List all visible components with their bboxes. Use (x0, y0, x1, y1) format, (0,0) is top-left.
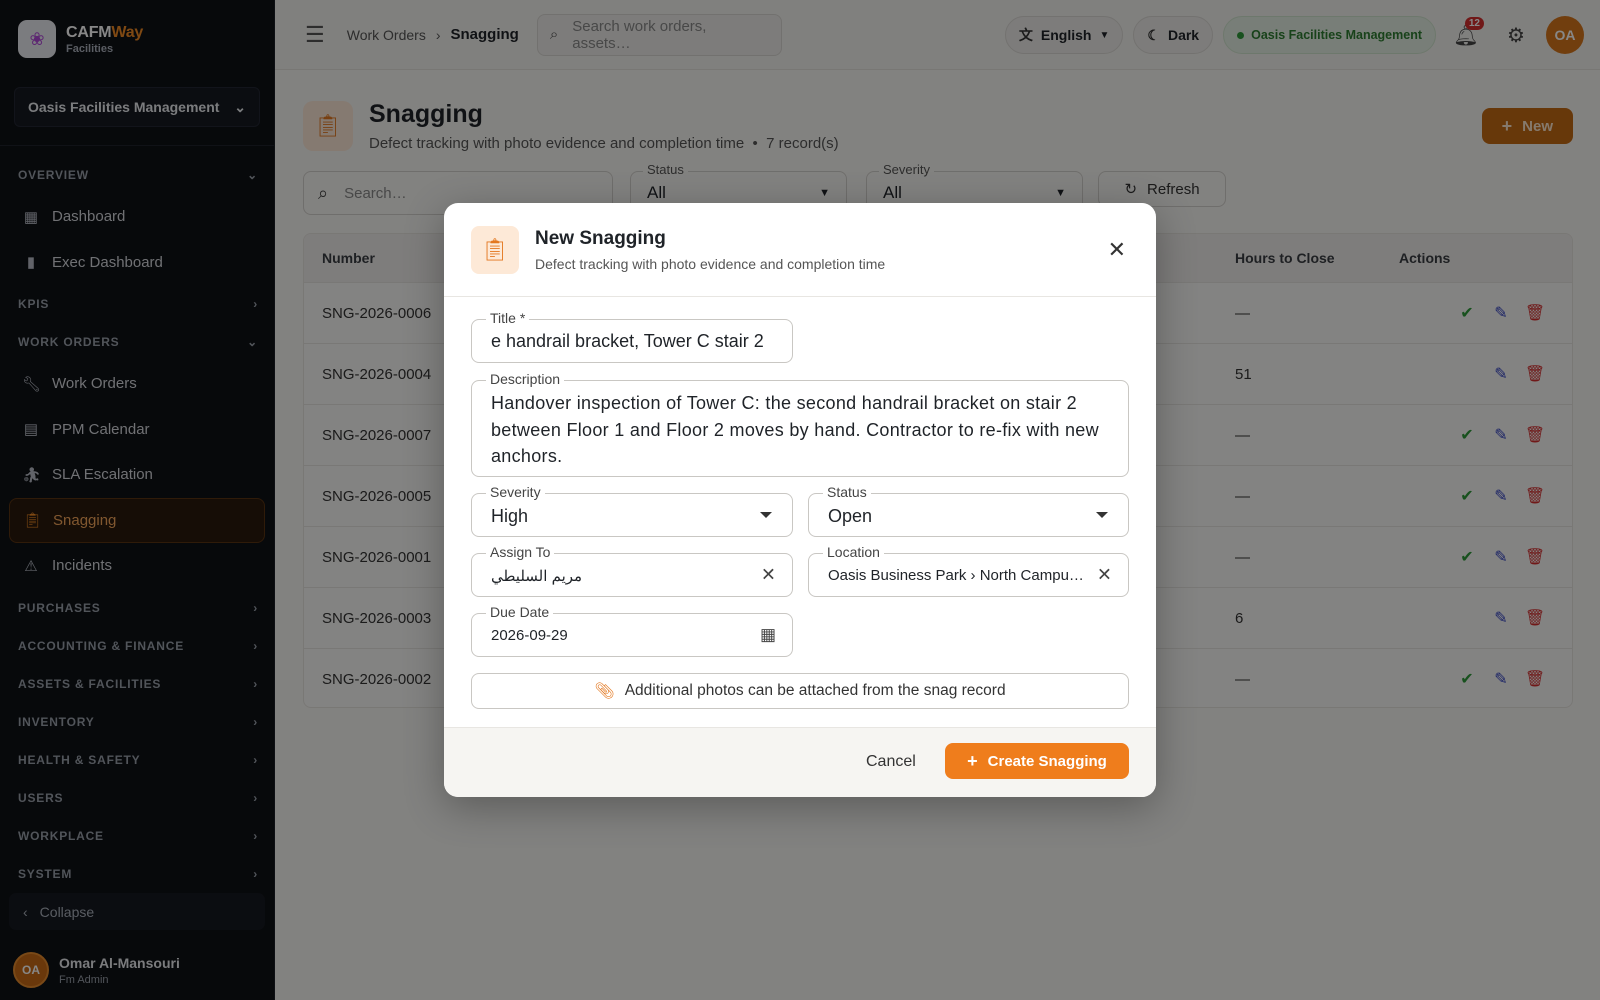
assign-to-label: Assign To (486, 544, 555, 560)
location-field[interactable]: Location Oasis Business Park › North Cam… (808, 544, 1129, 597)
caret-down-icon (1096, 512, 1108, 518)
assign-to-field[interactable]: Assign To مريم السليطي ✕ (471, 544, 793, 597)
status-select[interactable]: Status Open (808, 484, 1129, 537)
assign-to-value: مريم السليطي (491, 568, 583, 585)
dialog-footer: Cancel + Create Snagging (444, 727, 1156, 797)
clipboard-clock-icon: 📋︎ (471, 225, 519, 274)
due-date-label: Due Date (486, 604, 554, 620)
new-snagging-dialog: 📋︎ New Snagging Defect tracking with pho… (444, 203, 1156, 797)
title-field[interactable]: Title * e handrail bracket, Tower C stai… (471, 310, 793, 363)
create-snagging-button[interactable]: + Create Snagging (945, 743, 1129, 779)
description-field[interactable]: Description Handover inspection of Tower… (471, 371, 1129, 477)
attachment-note-text: Additional photos can be attached from t… (624, 682, 1006, 699)
cancel-button[interactable]: Cancel (866, 753, 916, 771)
plus-icon: + (967, 750, 978, 771)
clear-icon[interactable]: ✕ (1097, 565, 1112, 586)
caret-down-icon (760, 512, 772, 518)
due-date-field[interactable]: Due Date 2026-09-29 ▦ (471, 604, 793, 657)
calendar-icon[interactable]: ▦ (760, 625, 776, 645)
description-field-value: Handover inspection of Tower C: the seco… (491, 393, 1099, 466)
paperclip-icon: 📎︎ (594, 683, 615, 700)
severity-select[interactable]: Severity High (471, 484, 793, 537)
severity-select-value: High (491, 506, 529, 526)
title-field-label: Title * (486, 310, 530, 326)
create-snagging-label: Create Snagging (987, 752, 1107, 770)
title-field-value: e handrail bracket, Tower C stair 2 (491, 331, 764, 351)
severity-select-label: Severity (486, 484, 545, 500)
location-label: Location (823, 544, 884, 560)
attachment-note: 📎︎ Additional photos can be attached fro… (471, 673, 1129, 709)
location-value: Oasis Business Park › North Campu… (828, 567, 1083, 584)
status-select-label: Status (823, 484, 871, 500)
status-select-value: Open (828, 506, 873, 526)
dialog-title: New Snagging (535, 227, 666, 249)
close-icon[interactable]: ✕ (1108, 237, 1126, 263)
clear-icon[interactable]: ✕ (761, 565, 776, 586)
dialog-subtitle: Defect tracking with photo evidence and … (535, 255, 886, 272)
due-date-value: 2026-09-29 (491, 627, 568, 644)
description-field-label: Description (486, 371, 565, 387)
dialog-header: 📋︎ New Snagging Defect tracking with pho… (444, 203, 1156, 297)
